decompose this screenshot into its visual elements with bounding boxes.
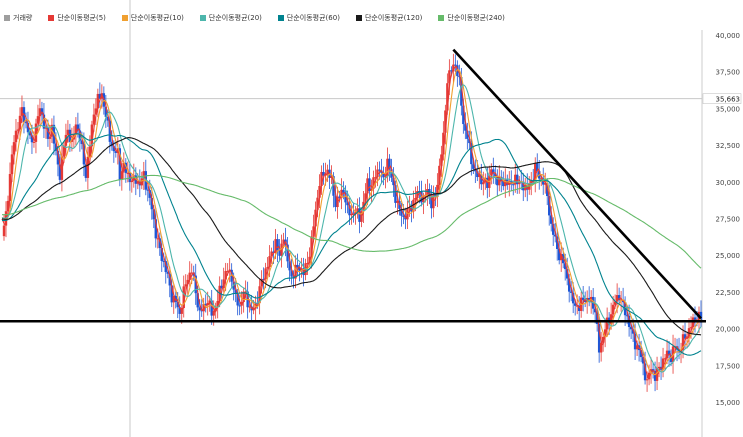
y-tick-label: 35,000: [716, 105, 741, 113]
candle-body: [645, 379, 649, 381]
sma-20-line: [1, 84, 702, 373]
y-tick-label: 37,500: [716, 69, 741, 77]
y-tick-label: 15,000: [716, 399, 741, 407]
y-tick-label: 27,500: [716, 216, 741, 224]
y-tick-label: 22,500: [716, 289, 741, 297]
trendline-layer: [0, 48, 706, 323]
y-tick-label: 25,000: [716, 252, 741, 260]
candle-body: [48, 136, 52, 139]
y-tick-label: 40,000: [716, 32, 741, 40]
y-tick-label: 30,000: [716, 179, 741, 187]
candle-body: [32, 141, 36, 143]
y-tick-label: 32,500: [716, 142, 741, 150]
current-price-label: 35,663: [716, 96, 741, 104]
y-tick-label: 17,500: [716, 362, 741, 370]
y-tick-label: 20,000: [716, 326, 741, 334]
price-axis: 15,000 17,500 20,000 22,500 25,000 27,500 30,0…: [702, 32, 742, 407]
candle-body: [276, 239, 279, 251]
stock-chart: 거래량 단순이동평균(5) 단순이동평균(10) 단순이동평균(20) 단순이동…: [0, 0, 743, 437]
candle-body: [2, 225, 6, 237]
price-plot: 15,000 17,500 20,000 22,500 25,000 27,500 30,0…: [0, 0, 742, 437]
